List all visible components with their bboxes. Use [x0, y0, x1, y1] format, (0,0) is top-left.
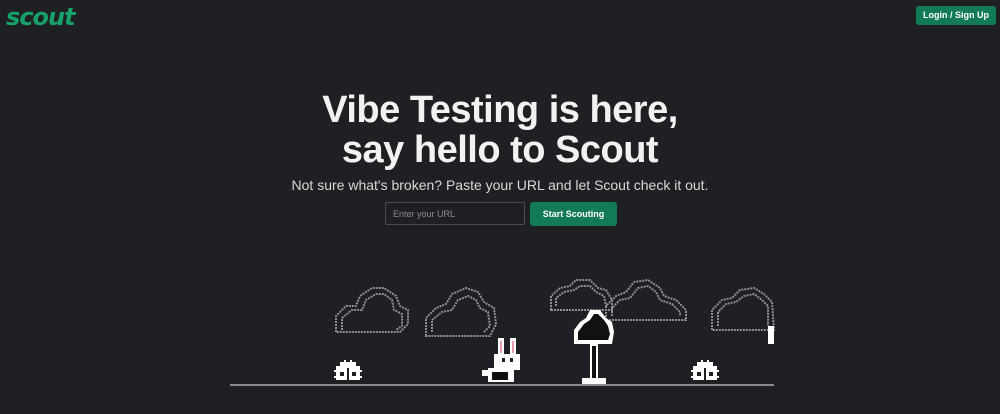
bug-icon [334, 360, 362, 380]
pixel-scene [230, 278, 776, 386]
start-scouting-button[interactable]: Start Scouting [530, 202, 617, 226]
ground-line [230, 384, 774, 386]
hero-title: Vibe Testing is here, say hello to Scout [0, 90, 1000, 170]
bunny-icon [482, 338, 520, 382]
hero-title-line1: Vibe Testing is here, [322, 89, 678, 131]
url-input[interactable] [385, 202, 525, 225]
cloud-icon [605, 278, 687, 321]
hero-title-line2: say hello to Scout [341, 129, 659, 171]
hero-subtitle: Not sure what's broken? Paste your URL a… [291, 177, 709, 193]
cloud-icon [335, 287, 409, 333]
cloud-icon [711, 286, 776, 331]
bug-icon [691, 360, 719, 380]
tree-icon [574, 310, 614, 384]
cloud-icon [550, 279, 613, 311]
login-signup-button[interactable]: Login / Sign Up [916, 6, 996, 25]
partial-sprite [768, 326, 774, 344]
scout-logo[interactable]: scout [6, 3, 76, 31]
cloud-icon [425, 286, 498, 337]
